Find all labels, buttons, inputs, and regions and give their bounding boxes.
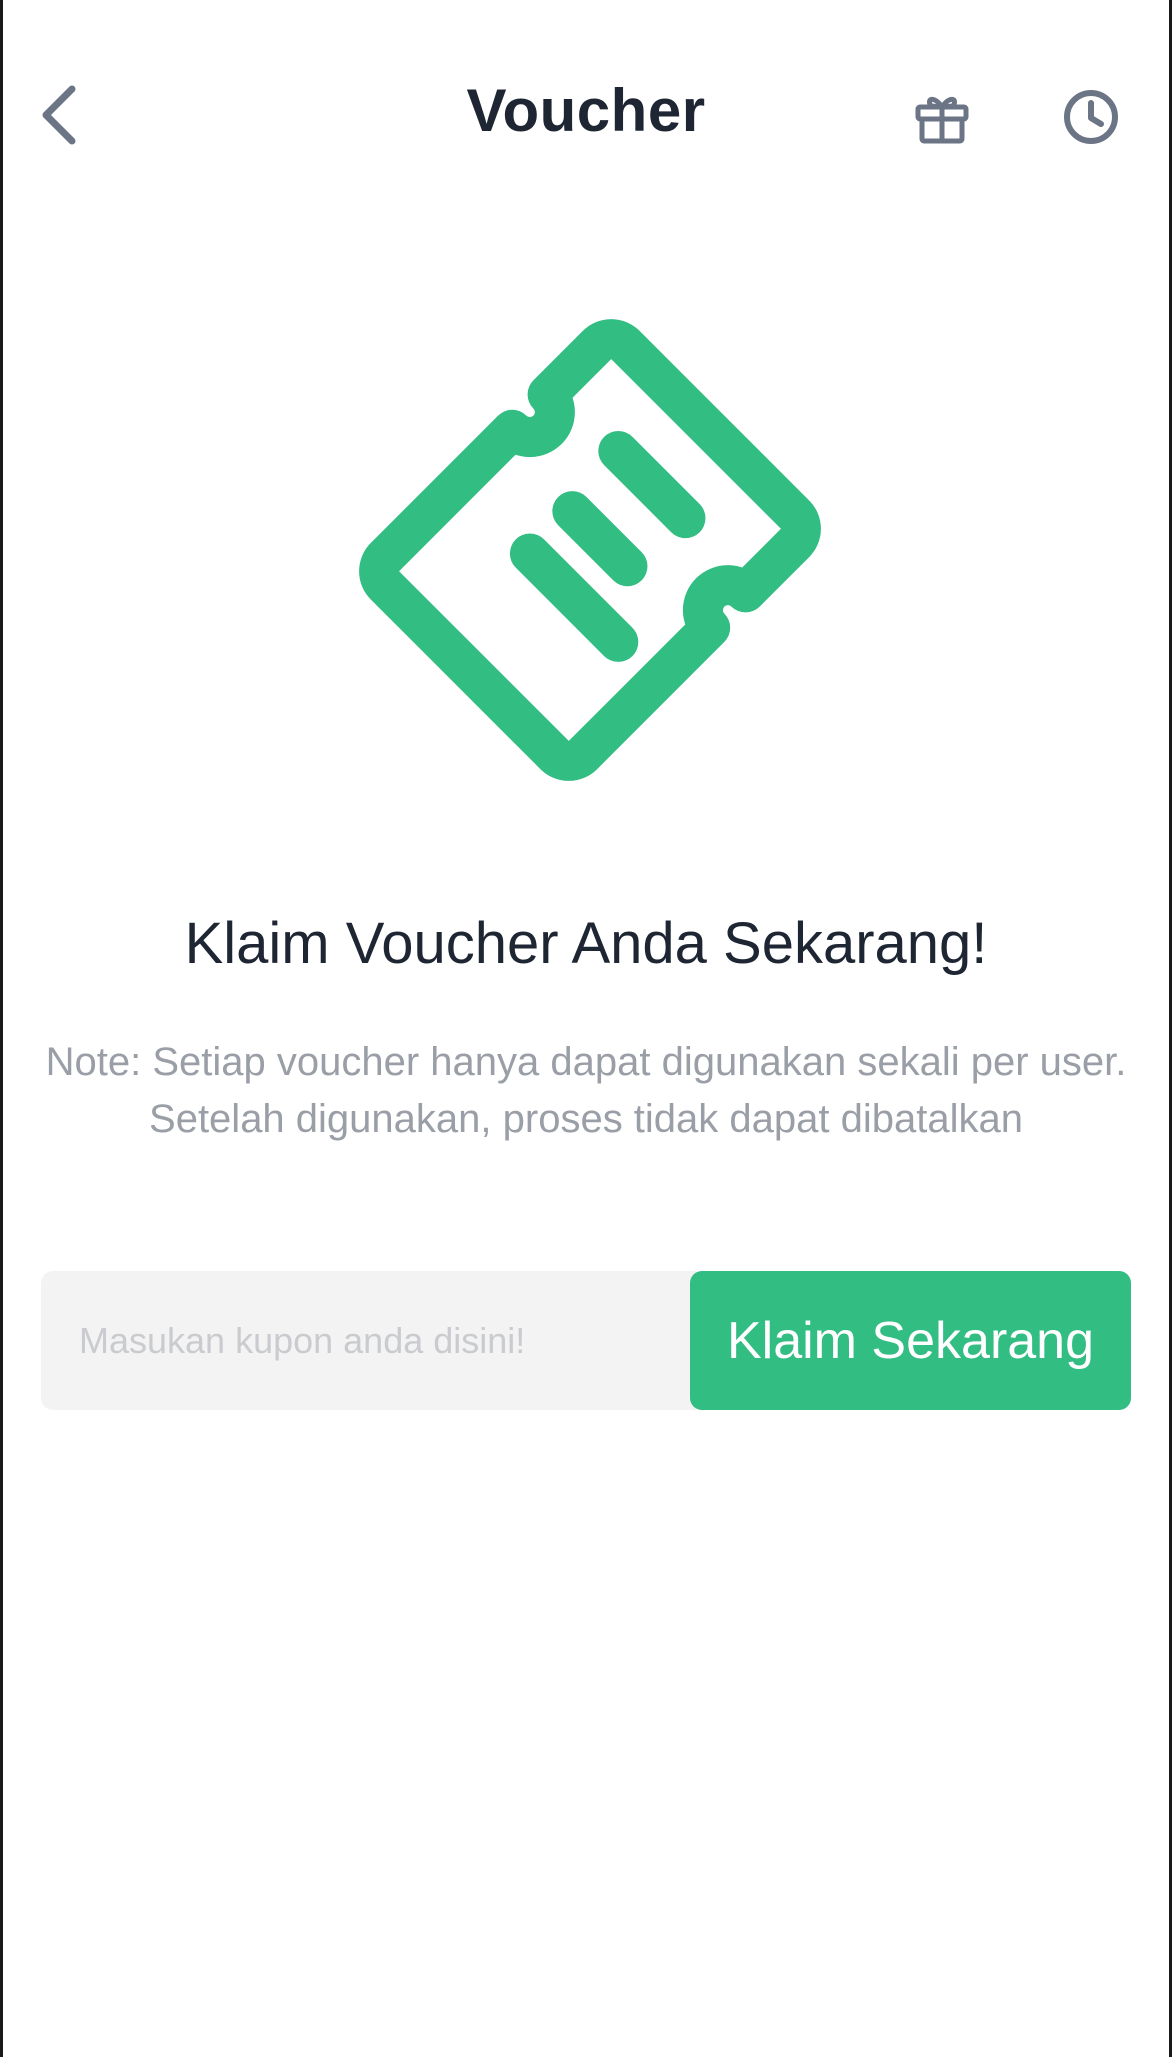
gift-icon bbox=[915, 96, 969, 144]
clock-icon bbox=[1064, 90, 1118, 144]
note-text: Note: Setiap voucher hanya dapat digunak… bbox=[45, 1040, 1127, 1141]
header: Voucher bbox=[0, 0, 1172, 230]
ticket-icon bbox=[359, 319, 821, 781]
frame-edge-left bbox=[0, 0, 3, 2057]
page-title: Voucher bbox=[466, 77, 706, 144]
headline: Klaim Voucher Anda Sekarang! bbox=[184, 911, 988, 976]
claim-form: Klaim Sekarang bbox=[41, 1271, 1131, 1410]
coupon-input[interactable] bbox=[41, 1271, 696, 1410]
history-button[interactable] bbox=[1054, 80, 1128, 154]
claim-button[interactable]: Klaim Sekarang bbox=[690, 1271, 1131, 1410]
gift-button[interactable] bbox=[905, 80, 979, 154]
